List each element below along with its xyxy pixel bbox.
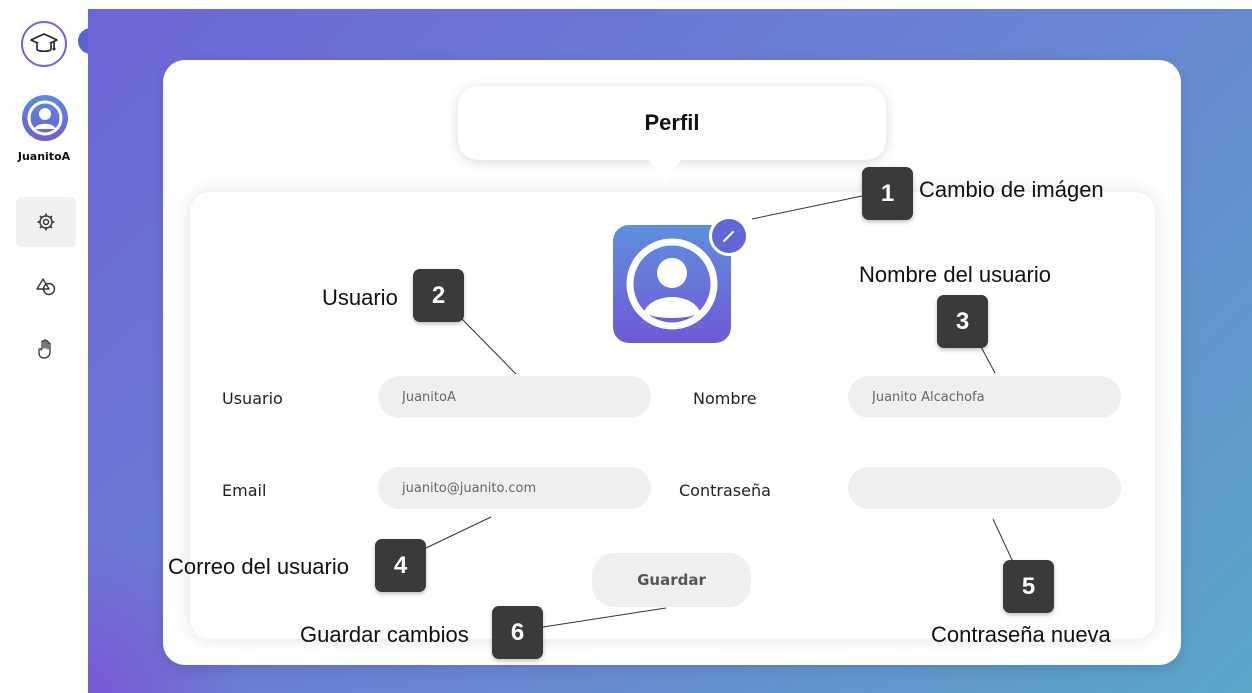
email-label: Email bbox=[222, 481, 267, 500]
password-input[interactable] bbox=[848, 467, 1121, 509]
annotation-text-5: Contraseña nueva bbox=[931, 622, 1111, 647]
user-avatar-icon[interactable] bbox=[22, 95, 68, 141]
usuario-label: Usuario bbox=[222, 389, 283, 408]
sidebar-item-settings[interactable] bbox=[16, 197, 76, 247]
email-input[interactable] bbox=[378, 467, 651, 509]
annotation-text-6: Guardar cambios bbox=[300, 622, 469, 647]
sidebar-item-hand[interactable] bbox=[16, 324, 76, 374]
password-label: Contraseña bbox=[679, 481, 771, 500]
annotation-text-3: Nombre del usuario bbox=[859, 262, 1051, 287]
annotation-badge-5: 5 bbox=[1003, 560, 1054, 613]
annotation-badge-2: 2 bbox=[413, 269, 464, 322]
shapes-icon bbox=[36, 278, 56, 296]
annotation-badge-1: 1 bbox=[862, 167, 913, 220]
sidebar-item-shapes[interactable] bbox=[16, 262, 76, 312]
annotation-text-4: Correo del usuario bbox=[168, 554, 349, 579]
annotation-text-2: Usuario bbox=[322, 285, 398, 310]
page-title: Perfil bbox=[458, 86, 886, 160]
annotation-badge-4: 4 bbox=[375, 539, 426, 592]
edit-image-button[interactable] bbox=[709, 216, 749, 256]
gear-icon bbox=[37, 213, 55, 231]
sidebar: JuanitoA bbox=[0, 0, 107, 693]
user-avatar-icon bbox=[626, 238, 718, 330]
annotation-badge-3: 3 bbox=[937, 295, 988, 348]
hand-pointer-icon bbox=[38, 339, 51, 359]
nombre-input[interactable] bbox=[848, 376, 1121, 418]
sidebar-username: JuanitoA bbox=[17, 150, 71, 163]
annotation-text-1: Cambio de imágen bbox=[919, 177, 1104, 202]
pencil-icon bbox=[723, 231, 734, 242]
graduation-cap-logo-icon[interactable] bbox=[21, 21, 67, 67]
usuario-input[interactable] bbox=[378, 376, 651, 418]
annotation-badge-6: 6 bbox=[492, 606, 543, 659]
nombre-label: Nombre bbox=[693, 389, 757, 408]
save-button[interactable]: Guardar bbox=[592, 553, 751, 607]
title-bubble-tail bbox=[647, 157, 683, 184]
